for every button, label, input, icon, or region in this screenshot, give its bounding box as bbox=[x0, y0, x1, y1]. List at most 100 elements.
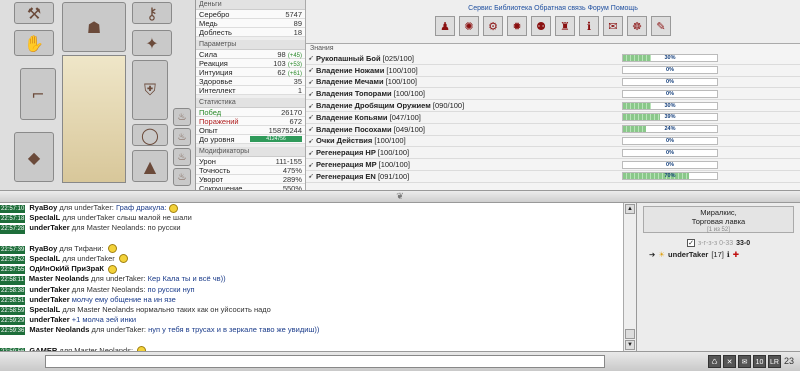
info-icon[interactable]: ℹ bbox=[727, 250, 730, 259]
location-box[interactable]: Миралкис, Торговая лавка [1 из 52] bbox=[643, 206, 794, 233]
timestamp[interactable]: 22:57:39 bbox=[0, 245, 26, 254]
chat-nick[interactable]: SpecIalL bbox=[29, 213, 60, 222]
chat-scrollbar[interactable]: ▲ ▼ bbox=[623, 203, 636, 351]
head-armor-slot[interactable]: ☗ bbox=[62, 2, 126, 52]
ring-slot[interactable]: ◯ bbox=[132, 124, 168, 146]
skill-name[interactable]: Очки Действия [100/100] bbox=[316, 136, 622, 145]
chat-nick[interactable]: underTaker bbox=[29, 295, 69, 304]
timestamp[interactable]: 22:58:51 bbox=[0, 296, 26, 305]
user-level: [17] bbox=[711, 250, 724, 259]
clear-button[interactable]: ✕ bbox=[723, 355, 736, 368]
potion-slot-2[interactable]: ♨ bbox=[173, 128, 191, 146]
clip-icon[interactable]: ✎ bbox=[651, 16, 671, 36]
info-icon[interactable]: ℹ bbox=[579, 16, 599, 36]
timestamp[interactable]: 22:59:36 bbox=[0, 327, 26, 336]
gloves-slot[interactable]: ✋ bbox=[14, 30, 54, 56]
chat-nick[interactable]: SpecIalL bbox=[29, 254, 60, 263]
skill-icon: ➹ bbox=[308, 149, 314, 157]
stats-panel: Деньги Серебро 5747 Медь 89 Доблесть 18 Пар… bbox=[196, 0, 306, 193]
brain-alt-icon[interactable]: ☸ bbox=[627, 16, 647, 36]
gear-icon[interactable]: ⚙ bbox=[483, 16, 503, 36]
skill-row: ➹ Регенерация MP [100/100] 0% bbox=[306, 159, 800, 171]
skill-row: ➹ Владение Посохами [049/100] 24% bbox=[306, 124, 800, 136]
character-icon[interactable]: ♟ bbox=[435, 16, 455, 36]
potion-slot-4[interactable]: ♨ bbox=[173, 168, 191, 186]
skill-name[interactable]: Владения Топорами [100/100] bbox=[316, 89, 622, 98]
potion-slot-3[interactable]: ♨ bbox=[173, 148, 191, 166]
skill-name[interactable]: Регенерация EN [091/100] bbox=[316, 172, 622, 181]
skill-name[interactable]: Регенерация MP [100/100] bbox=[316, 160, 622, 169]
potion-slot-1[interactable]: ♨ bbox=[173, 108, 191, 126]
timestamp[interactable]: 22:58:38 bbox=[0, 286, 26, 295]
private-arrow-icon[interactable]: ➔ bbox=[649, 250, 655, 259]
filter-checkbox[interactable]: ✓ bbox=[687, 239, 695, 247]
chat-nick[interactable]: underTaker bbox=[29, 223, 69, 232]
param-row: Сила 98 (+45) bbox=[196, 50, 305, 59]
brain-icon[interactable]: ✺ bbox=[459, 16, 479, 36]
skill-name[interactable]: Регенерация HP [100/100] bbox=[316, 148, 622, 157]
chat-message: 22:57:39 RyaBoy для Тифани: bbox=[0, 244, 623, 254]
menu-icons: ♟ ✺ ⚙ ✹ ⚉ ♜ ℹ ✉ ☸ ✎ bbox=[306, 16, 800, 36]
shield-slot[interactable]: ⛨ bbox=[132, 60, 168, 120]
skill-progress-bar: 70% bbox=[622, 172, 718, 181]
top-menu: Сервис Библиотека Обратная связь Форум П… bbox=[306, 0, 800, 44]
skill-name[interactable]: Владение Ножами [100/100] bbox=[316, 66, 622, 75]
skills-panel: Знания ➹ Рукопашный Бой [025/100] 30% ➹ В… bbox=[306, 44, 800, 190]
chat-message: 22:59:29 underTaker +1 молча эей инки bbox=[0, 315, 623, 326]
cog-icon[interactable]: ✹ bbox=[507, 16, 527, 36]
boots-slot[interactable]: ▲ bbox=[132, 150, 168, 182]
chat-message: 22:59:36 Master Neolands для underTaker: … bbox=[0, 325, 623, 336]
chat-nick[interactable]: SpecIalL bbox=[29, 305, 60, 314]
skill-name[interactable]: Рукопашный Бой [025/100] bbox=[316, 54, 622, 63]
online-user[interactable]: ➔ ☀ underTaker [17] ℹ ✚ bbox=[649, 250, 800, 259]
skill-progress-bar: 0% bbox=[622, 148, 718, 157]
skill-progress-bar: 0% bbox=[622, 89, 718, 98]
weapon-right-slot[interactable]: ✦ bbox=[132, 30, 172, 56]
layout-button[interactable]: LR bbox=[768, 355, 781, 368]
chat-nick[interactable]: ОдИнОкИй ПриЗраК bbox=[29, 264, 104, 273]
mail-icon[interactable]: ✉ bbox=[603, 16, 623, 36]
chat-recipient: для Master Neolands нормально таких как … bbox=[62, 304, 271, 314]
people-icon[interactable]: ⚉ bbox=[531, 16, 551, 36]
scroll-up-button[interactable]: ▲ bbox=[625, 204, 635, 214]
timestamp[interactable]: 22:57:28 bbox=[0, 225, 26, 234]
speed-button[interactable]: 10 bbox=[753, 355, 766, 368]
timestamp[interactable]: 22:57:55 bbox=[0, 266, 26, 275]
refresh-button[interactable]: ♺ bbox=[708, 355, 721, 368]
message-button[interactable]: ✉ bbox=[738, 355, 751, 368]
user-name[interactable]: underTaker bbox=[668, 250, 708, 259]
bottom-bar: ♺ ✕ ✉ 10 LR 23 bbox=[0, 351, 800, 371]
scroll-down-button[interactable]: ▼ bbox=[625, 340, 635, 350]
chat-nick[interactable]: Master Neolands bbox=[29, 274, 89, 283]
skill-name[interactable]: Владение Посохами [049/100] bbox=[316, 125, 622, 134]
smiley-icon bbox=[118, 254, 128, 264]
skill-row: ➹ Рукопашный Бой [025/100] 30% bbox=[306, 53, 800, 65]
helmet-slot[interactable]: ⚒ bbox=[14, 2, 54, 24]
top-links[interactable]: Сервис Библиотека Обратная связь Форум П… bbox=[306, 0, 800, 12]
chat-nick[interactable]: RyaBoy bbox=[29, 244, 57, 253]
chat-nick[interactable]: underTaker bbox=[29, 285, 69, 294]
weapon-left-slot[interactable]: ⌐ bbox=[20, 68, 56, 120]
amulet-slot[interactable]: ⚷ bbox=[132, 2, 172, 24]
chat-input[interactable] bbox=[45, 355, 605, 368]
chat-nick[interactable]: Master Neolands bbox=[29, 325, 89, 334]
skill-progress-bar: 0% bbox=[622, 66, 718, 75]
timestamp[interactable]: 22:57:10 bbox=[0, 205, 26, 214]
scroll-thumb[interactable] bbox=[625, 329, 635, 339]
chat-nick[interactable]: underTaker bbox=[29, 315, 69, 324]
timestamp[interactable]: 22:58:59 bbox=[0, 306, 26, 316]
chat-nick[interactable]: RyaBoy bbox=[29, 203, 57, 212]
timestamp[interactable]: 22:59:29 bbox=[0, 317, 26, 326]
timestamp[interactable]: 22:58:11 bbox=[0, 276, 25, 285]
skill-name[interactable]: Владение Мечами [100/100] bbox=[316, 77, 622, 86]
timestamp[interactable]: 22:57:52 bbox=[0, 255, 26, 265]
chat-message: 22:57:18 SpecIalL для underTaker слыш мал… bbox=[0, 213, 623, 224]
castle-icon[interactable]: ♜ bbox=[555, 16, 575, 36]
skill-name[interactable]: Владение Дробящим Оружием [090/100] bbox=[316, 101, 622, 110]
health-cross-icon: ✚ bbox=[732, 250, 739, 259]
skill-icon: ➹ bbox=[308, 126, 314, 134]
armor-slot[interactable]: ◆ bbox=[14, 132, 54, 182]
skills-title: Знания bbox=[310, 45, 334, 52]
timestamp[interactable]: 22:57:18 bbox=[0, 215, 26, 224]
skill-name[interactable]: Владение Копьями [047/100] bbox=[316, 113, 622, 122]
